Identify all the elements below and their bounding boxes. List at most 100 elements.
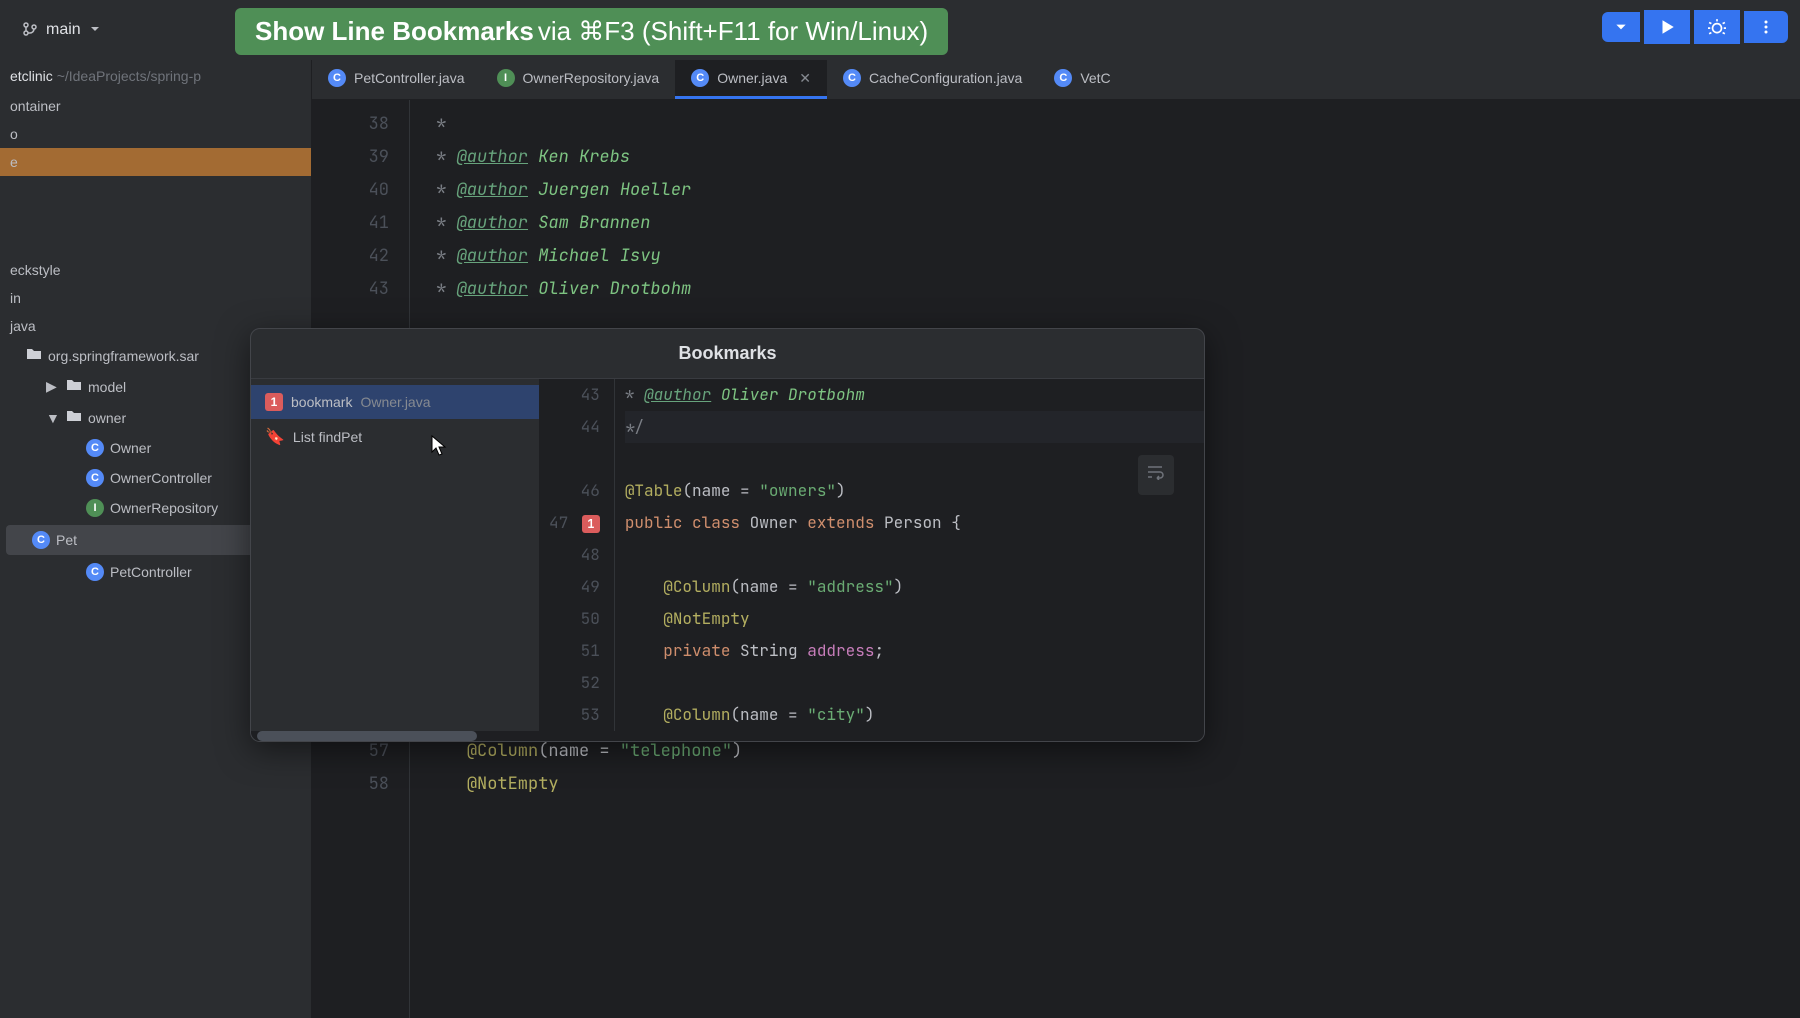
bookmark-file: Owner.java <box>360 394 430 410</box>
tree-item[interactable]: o <box>0 120 311 148</box>
debug-button[interactable] <box>1694 10 1740 44</box>
toolbar-right <box>1602 10 1788 44</box>
hint-text-rest: via ⌘F3 (Shift+F11 for Win/Linux) <box>538 16 928 47</box>
code-line[interactable]: * @author Sam Brannen <box>426 207 1800 240</box>
preview-code-line: @Table(name = "owners") <box>625 475 1204 507</box>
tree-item[interactable]: e <box>0 148 311 176</box>
code-line[interactable]: * <box>426 108 1800 141</box>
tree-item-label: ontainer <box>10 98 61 114</box>
class-icon: C <box>1054 69 1072 87</box>
close-icon[interactable]: ✕ <box>799 70 811 87</box>
preview-line-number: 53 <box>549 699 600 731</box>
tree-item-label: model <box>88 379 126 395</box>
bookmark-label: List findPet <box>293 429 362 445</box>
bookmark-item[interactable]: 1 bookmark Owner.java <box>251 385 539 419</box>
preview-code-line: private String address; <box>625 635 1204 667</box>
preview-line-number: 44 <box>549 411 600 443</box>
preview-line-number: 49 <box>549 571 600 603</box>
bookmark-badge-icon: 1 <box>582 515 600 533</box>
class-icon: C <box>86 469 104 487</box>
folder-icon <box>66 377 82 396</box>
preview-code-line <box>625 443 1204 475</box>
tree-item-label: o <box>10 126 18 142</box>
bookmark-badge-icon: 1 <box>265 393 283 411</box>
tree-item-label: eckstyle <box>10 262 61 278</box>
tree-item[interactable]: in <box>0 284 311 312</box>
tab-label: VetC <box>1080 70 1110 86</box>
chevron-right-icon: ▶ <box>46 378 60 395</box>
preview-line-number: 52 <box>549 667 600 699</box>
preview-gutter: 4344 4647 1484950515253 <box>539 379 615 731</box>
tree-item-label: Owner <box>110 440 151 456</box>
branch-name: main <box>46 21 81 39</box>
bookmark-list: 1 bookmark Owner.java 🔖List findPet <box>251 379 539 731</box>
code-line[interactable]: * @author Ken Krebs <box>426 141 1800 174</box>
run-button[interactable] <box>1644 10 1690 44</box>
editor-tab[interactable]: CCacheConfiguration.java <box>827 60 1038 99</box>
line-number: 58 <box>312 768 389 801</box>
tree-item[interactable]: eckstyle <box>0 256 311 284</box>
line-number: 41 <box>312 207 389 240</box>
interface-icon: I <box>497 69 515 87</box>
editor-tab[interactable]: COwner.java✕ <box>675 60 827 99</box>
bookmark-label: bookmark <box>291 394 352 410</box>
bookmarks-popup: Bookmarks 1bookmark Owner.java🔖List find… <box>250 328 1205 742</box>
preview-code-line: @Column(name = "city") <box>625 699 1204 731</box>
line-number: 40 <box>312 174 389 207</box>
preview-line-number: 48 <box>549 539 600 571</box>
interface-icon: I <box>86 499 104 517</box>
tree-item-label: Pet <box>56 532 77 548</box>
line-number: 43 <box>312 273 389 306</box>
hint-banner: Show Line Bookmarks via ⌘F3 (Shift+F11 f… <box>235 8 948 55</box>
bookmark-preview: 4344 4647 1484950515253 * @author Oliver … <box>539 379 1204 731</box>
preview-code-line: * @author Oliver Drotbohm <box>625 379 1204 411</box>
chevron-down-icon <box>89 22 101 38</box>
preview-line-number: 47 1 <box>549 507 600 539</box>
tab-label: PetController.java <box>354 70 465 86</box>
tabs-bar: C PetController.java IOwnerRepository.java… <box>312 60 1800 100</box>
preview-code-line: @NotEmpty <box>625 603 1204 635</box>
editor-tab[interactable]: IOwnerRepository.java <box>481 60 676 99</box>
code-line[interactable]: * @author Oliver Drotbohm <box>426 273 1800 306</box>
project-path: etclinic ~/IdeaProjects/spring-p <box>0 60 311 92</box>
run-config-dropdown[interactable] <box>1602 12 1640 42</box>
folder-icon <box>66 408 82 427</box>
preview-line-number <box>549 443 600 475</box>
code-line[interactable]: @NotEmpty <box>426 768 1800 801</box>
code-line[interactable]: * @author Juergen Hoeller <box>426 174 1800 207</box>
line-number: 39 <box>312 141 389 174</box>
preview-line-number: 51 <box>549 635 600 667</box>
bookmark-item[interactable]: 🔖List findPet <box>251 419 539 455</box>
tree-item-label: OwnerController <box>110 470 212 486</box>
tree-item-label: PetController <box>110 564 192 580</box>
code-line[interactable]: * @author Michael Isvy <box>426 240 1800 273</box>
git-branch-icon <box>22 21 38 40</box>
soft-wrap-icon[interactable] <box>1138 455 1174 495</box>
editor-tab[interactable]: C VetC <box>1038 60 1126 99</box>
tree-item-label: owner <box>88 410 126 426</box>
branch-selector[interactable]: main <box>12 17 111 44</box>
preview-line-number: 43 <box>549 379 600 411</box>
class-icon: C <box>328 69 346 87</box>
preview-line-number: 46 <box>549 475 600 507</box>
project-name: etclinic <box>10 68 53 84</box>
preview-code-line <box>625 667 1204 699</box>
tree-item[interactable]: ontainer <box>0 92 311 120</box>
scrollbar-thumb[interactable] <box>257 731 477 741</box>
line-number: 42 <box>312 240 389 273</box>
tree-item-label: in <box>10 290 21 306</box>
preview-scrollbar[interactable] <box>251 731 1204 741</box>
tree-item-label: org.springframework.sar <box>48 348 199 364</box>
top-toolbar: main Show Line Bookmarks via ⌘F3 (Shift+… <box>0 0 1800 60</box>
class-icon: C <box>86 563 104 581</box>
folder-icon <box>26 346 42 365</box>
line-number: 38 <box>312 108 389 141</box>
tree-item-label: OwnerRepository <box>110 500 218 516</box>
preview-line-number: 50 <box>549 603 600 635</box>
class-icon: C <box>32 531 50 549</box>
editor-tab[interactable]: C PetController.java <box>312 60 481 99</box>
hint-text-bold: Show Line Bookmarks <box>255 16 534 47</box>
preview-code-line: @Column(name = "address") <box>625 571 1204 603</box>
more-button[interactable] <box>1744 11 1788 43</box>
tree-item-label: e <box>10 154 18 170</box>
